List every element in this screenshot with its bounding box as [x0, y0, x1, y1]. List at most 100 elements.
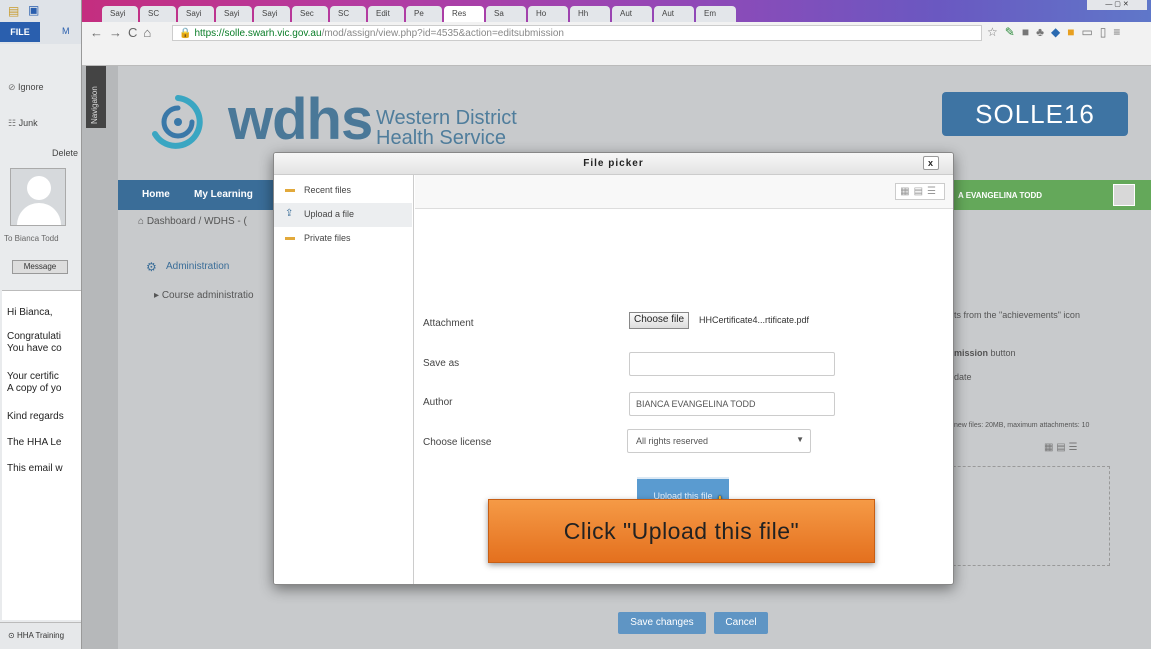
- user-avatar: [1113, 184, 1135, 206]
- browser-tab[interactable]: Sayi: [254, 6, 290, 22]
- repository-recent-files[interactable]: ▬ Recent files: [274, 179, 412, 203]
- file-tab[interactable]: FILE: [0, 22, 40, 42]
- url-host: https://solle.swarh.vic.gov.au: [194, 28, 322, 39]
- gear-icon: ⚙: [146, 260, 157, 274]
- browser-tab[interactable]: Aut: [612, 6, 652, 22]
- browser-tab[interactable]: SC: [140, 6, 176, 22]
- junk-icon: ☷: [8, 118, 19, 128]
- junk-label: Junk: [18, 118, 38, 128]
- save-changes-button[interactable]: Save changes: [618, 612, 706, 634]
- email-line: Kind regards: [7, 411, 64, 422]
- outlook-app-icon: ▤: [8, 4, 20, 18]
- menu-icon[interactable]: ≡: [1113, 25, 1127, 39]
- nav-my-learning[interactable]: My Learning: [194, 189, 253, 200]
- view-switch-icons[interactable]: ▦▤☰: [895, 183, 945, 200]
- author-field[interactable]: BIANCA EVANGELINA TODD: [629, 392, 835, 416]
- extension-icon[interactable]: ▯: [1100, 25, 1114, 39]
- outlook-quick-access: ▤ ▣ FILE M: [0, 0, 81, 44]
- star-icon[interactable]: ☆: [987, 25, 1005, 39]
- extension-icon[interactable]: ■: [1022, 25, 1036, 39]
- expand-icon: ▸: [154, 290, 162, 301]
- license-selected-value: All rights reserved: [636, 436, 709, 446]
- browser-tab[interactable]: Sayi: [216, 6, 252, 22]
- close-button[interactable]: x: [923, 156, 939, 170]
- navigation-tab[interactable]: Navigation: [86, 66, 106, 128]
- reload-icon[interactable]: C: [128, 25, 143, 40]
- logo-subtitle: Western District Health Service: [376, 108, 517, 148]
- ignore-button[interactable]: ⊘ Ignore: [8, 82, 44, 93]
- extension-icon[interactable]: ♣: [1036, 25, 1051, 39]
- forward-icon[interactable]: →: [109, 25, 128, 40]
- email-line: Hi Bianca,: [7, 307, 53, 318]
- extension-icon[interactable]: ▭: [1081, 25, 1099, 39]
- browser-tab[interactable]: Sayi: [178, 6, 214, 22]
- browser-tab[interactable]: Pe: [406, 6, 442, 22]
- license-select[interactable]: All rights reserved ▼: [627, 429, 811, 453]
- instruction-text: ts from the "achievements" icon: [954, 310, 1080, 320]
- nav-buttons: ←→C⌂: [90, 25, 157, 40]
- breadcrumb: ⌂ Dashboard / WDHS - (: [138, 216, 247, 227]
- author-label: Author: [423, 397, 453, 408]
- browser-tab[interactable]: Sa: [486, 6, 526, 22]
- file-limits-text: new files: 20MB, maximum attachments: 10: [954, 422, 1090, 429]
- repository-label: Upload a file: [304, 209, 355, 219]
- browser-tab[interactable]: Edit: [368, 6, 404, 22]
- screen: ▤ ▣ FILE M ⊘ Ignore ☷ Junk Delete To Bia…: [0, 0, 1151, 649]
- administration-block: ⚙ Administration ▸ Course administratio: [142, 256, 282, 316]
- choose-file-button[interactable]: Choose file: [629, 312, 690, 329]
- dashboard-icon: ⌂: [138, 216, 147, 227]
- navigation-tab-label: Navigation: [90, 86, 99, 124]
- pen-icon[interactable]: ✎: [1005, 25, 1022, 39]
- extension-icons: ☆✎■♣◆■▭▯≡: [987, 25, 1127, 39]
- delete-group-label: Delete: [52, 148, 79, 158]
- browser-tab[interactable]: SC: [330, 6, 366, 22]
- browser-tab-active[interactable]: Res: [444, 6, 484, 22]
- logo-subtitle-line: Health Service: [376, 127, 507, 149]
- nav-home[interactable]: Home: [142, 189, 170, 200]
- folder-icon: ▬: [285, 232, 295, 243]
- save-as-field[interactable]: [629, 352, 835, 376]
- browser-tab[interactable]: Ho: [528, 6, 568, 22]
- address-bar[interactable]: 🔒 https://solle.swarh.vic.gov.au/mod/assi…: [172, 25, 982, 41]
- logo-text: wdhs: [228, 87, 373, 152]
- email-line: The HHA Le: [7, 437, 62, 448]
- back-icon[interactable]: ←: [90, 25, 109, 40]
- repository-upload-file[interactable]: ⇪ Upload a file: [274, 203, 412, 227]
- license-label: Choose license: [423, 437, 492, 448]
- browser-tab[interactable]: Sec: [292, 6, 328, 22]
- message-tab[interactable]: M: [62, 26, 70, 36]
- outlook-footer-label: HHA Training: [16, 631, 65, 640]
- course-administration-link[interactable]: ▸ Course administratio: [154, 290, 254, 301]
- save-icon[interactable]: ▣: [28, 3, 39, 17]
- save-as-label: Save as: [423, 358, 460, 369]
- instruction-text-tail: button: [988, 348, 1016, 358]
- view-toggle-icons[interactable]: ▦ ▤ ☰: [1044, 442, 1077, 453]
- repository-private-files[interactable]: ▬ Private files: [274, 227, 412, 251]
- solle-badge[interactable]: SOLLE16: [942, 92, 1128, 136]
- ignore-icon: ⊘: [8, 82, 19, 92]
- window-controls[interactable]: — ▢ ✕: [1087, 0, 1147, 10]
- browser-tab[interactable]: Hh: [570, 6, 610, 22]
- upload-icon: ⇪: [285, 208, 294, 219]
- browser-tab[interactable]: Sayi: [102, 6, 138, 22]
- browser-tab[interactable]: Em: [696, 6, 736, 22]
- user-name: A EVANGELINA TODD: [958, 191, 1043, 200]
- browser-tab[interactable]: Aut: [654, 6, 694, 22]
- extension-icon[interactable]: ■: [1067, 25, 1081, 39]
- chevron-down-icon: ▼: [796, 435, 804, 444]
- email-line: A copy of yo: [7, 383, 62, 394]
- message-button[interactable]: Message: [12, 260, 68, 274]
- extension-icon[interactable]: ◆: [1051, 25, 1067, 39]
- chosen-file-name: HHCertificate4...rtificate.pdf: [699, 315, 810, 325]
- breadcrumb-text[interactable]: Dashboard / WDHS - (: [147, 216, 247, 227]
- email-line: You have co: [7, 343, 62, 354]
- instruction-text: mission button: [954, 348, 1016, 358]
- home-icon[interactable]: ⌂: [143, 25, 157, 40]
- junk-button[interactable]: ☷ Junk: [8, 118, 38, 129]
- cancel-button[interactable]: Cancel: [714, 612, 768, 634]
- email-line: This email w: [7, 463, 63, 474]
- logo-subtitle-line: Western District: [376, 107, 517, 129]
- browser-chrome: Sayi SC Sayi Sayi Sayi Sec SC Edit Pe Re…: [82, 0, 1151, 66]
- user-menu[interactable]: A EVANGELINA TODD: [938, 180, 1151, 210]
- attachment-label: Attachment: [423, 318, 474, 329]
